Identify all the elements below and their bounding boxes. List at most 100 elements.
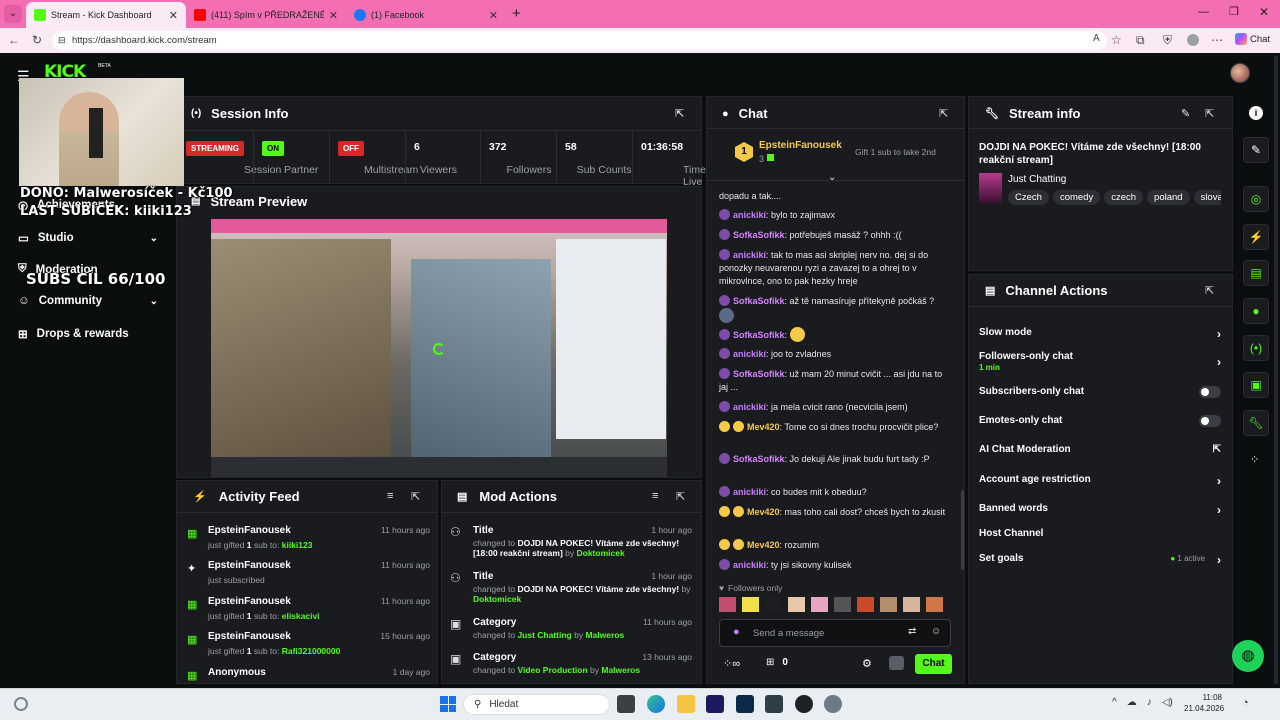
collapse-pinned-icon[interactable]: ⌄ [828,172,836,183]
tag[interactable]: Czech [1008,190,1049,205]
stat-sub-counts: 58 Sub Counts [556,131,632,183]
close-tab-icon[interactable]: ✕ [329,9,338,22]
emote-icon[interactable] [857,597,874,612]
emote-icon[interactable] [719,597,736,612]
mic-icon[interactable]: ● [733,626,740,638]
mod-widget-button[interactable]: ▤ [1243,260,1269,286]
tab-list-button[interactable]: ⌄ [4,5,22,23]
system-tray[interactable]: ^ ☁ ♪ ◁) [1112,697,1173,708]
widgets-icon[interactable] [14,697,28,711]
emote-icon[interactable] [834,597,851,612]
close-window-icon[interactable]: ✕ [1259,5,1269,19]
mod-shield-icon[interactable] [889,656,904,670]
notifications-icon[interactable]: ◔ [1242,697,1249,709]
target-widget-button[interactable]: ◎ [1243,186,1269,212]
tab-facebook[interactable]: (1) Facebook ✕ [346,2,506,28]
emote-icon[interactable] [903,597,920,612]
emoji-picker-icon[interactable]: ☺ [931,626,941,637]
close-tab-icon[interactable]: ✕ [169,9,178,22]
channel-points-icon[interactable]: ⁘∞ [723,657,740,670]
app-icon[interactable] [765,695,783,713]
chat-scrollbar[interactable] [961,490,964,570]
emote-icon[interactable] [926,597,943,612]
premiere-icon[interactable] [706,695,724,713]
obs-icon[interactable] [795,695,813,713]
chat-widget-button[interactable]: ● [1243,298,1269,324]
edit-icon[interactable]: ✎ [1181,107,1190,120]
emote-icon[interactable] [811,597,828,612]
more-widgets-icon[interactable]: ⁘ [1250,453,1259,466]
back-icon[interactable]: ← [8,33,20,47]
popout-icon[interactable]: ⇱ [1205,107,1214,120]
emote-icon[interactable] [765,597,782,612]
more-menu-icon[interactable]: ⋯ [1211,33,1223,47]
emote-icon[interactable] [742,597,759,612]
taskbar-search[interactable]: ⚲ Hledat [463,694,610,715]
popout-icon[interactable]: ⇱ [411,490,420,503]
sidebar-item-studio[interactable]: ▭ Studio ⌄ [18,231,158,245]
chat-settings-icon[interactable]: ⚙ [862,657,872,670]
file-explorer-icon[interactable] [677,695,695,713]
emote-icon[interactable] [880,597,897,612]
minimize-window-icon[interactable]: — [1198,6,1209,18]
support-chat-button[interactable]: ◍ [1232,640,1264,672]
address-bar[interactable]: ⊟ https://dashboard.kick.com/stream [52,31,1107,50]
tools-widget-button[interactable]: 🔧︎ [1243,410,1269,436]
filter-icon[interactable]: ≡ [387,490,393,502]
sidebar-item-community[interactable]: ☺ Community ⌄ [18,295,158,307]
site-info-icon[interactable]: ⊟ [58,35,66,46]
tab-youtube[interactable]: (411) Spím v PŘEDRAŽENÉM Hus ✕ [186,2,346,28]
close-tab-icon[interactable]: ✕ [489,9,498,22]
filter-icon[interactable]: ≡ [652,490,658,502]
tag[interactable]: poland [1147,190,1190,205]
popout-icon[interactable]: ⇱ [676,490,685,503]
top-gifter-card[interactable]: 1 EpsteinFanousek 3 Gift 1 sub to take 2… [735,137,960,167]
banned-words-row[interactable]: Banned words › [979,503,1221,517]
gift-counter[interactable]: ⊞ 0 [766,657,788,668]
preview-widget-button[interactable]: ▣ [1243,372,1269,398]
ai-moderation-row[interactable]: AI Chat Moderation ⇱ [979,444,1221,458]
tag[interactable]: czech [1104,190,1144,205]
subscribers-only-toggle[interactable] [1199,386,1221,398]
emotes-only-toggle[interactable] [1199,415,1221,427]
tag[interactable]: slova [1193,190,1221,205]
page-scrollbar[interactable] [1274,56,1278,684]
video-topbar [211,219,667,233]
info-icon[interactable]: i [1249,106,1263,120]
edit-layout-button[interactable]: ✎ [1243,137,1269,163]
stream-preview-video[interactable] [211,219,667,477]
set-goals-row[interactable]: Set goals ● 1 active › [979,553,1221,567]
activity-widget-button[interactable]: ⚡ [1243,224,1269,250]
favorite-star-icon[interactable]: ☆ [1111,33,1122,47]
start-button[interactable] [440,696,456,712]
user-avatar[interactable] [1230,63,1250,83]
profile-avatar[interactable] [1187,34,1199,46]
tag[interactable]: comedy [1052,190,1101,205]
task-view-icon[interactable] [617,695,635,713]
send-chat-button[interactable]: Chat [915,654,952,674]
host-channel-row[interactable]: Host Channel [979,528,1221,542]
tab-kick-dashboard[interactable]: Stream - Kick Dashboard ✕ [26,2,186,28]
new-tab-button[interactable]: + [512,5,521,22]
emote-icon[interactable] [788,597,805,612]
photoshop-icon[interactable] [736,695,754,713]
popout-icon[interactable]: ⇱ [939,107,948,120]
translate-icon[interactable]: ⇄ [908,626,916,637]
popout-icon[interactable]: ⇱ [675,107,684,120]
edge-browser-icon[interactable] [647,695,665,713]
settings-icon[interactable] [824,695,842,713]
broadcast-widget-button[interactable]: (•) [1243,335,1269,361]
extensions-icon[interactable]: ⧉ [1136,33,1145,48]
chat-input[interactable]: ● Send a message ⇄ ☺ [719,619,951,647]
reload-icon[interactable]: ↻ [32,33,42,47]
account-age-row[interactable]: Account age restriction › [979,474,1221,488]
sidebar-item-drops[interactable]: ⊞ Drops & rewards [18,327,158,341]
popout-icon[interactable]: ⇱ [1205,284,1214,297]
followers-only-row[interactable]: Followers-only chat › 1 min [979,351,1221,375]
browser-essentials-icon[interactable]: ⛨ [1163,33,1172,48]
maximize-window-icon[interactable]: ❐ [1229,5,1239,18]
taskbar-clock[interactable]: 11:08 21.04.2026 [1184,692,1224,714]
read-aloud-icon[interactable]: A [1093,33,1100,44]
copilot-chat-button[interactable]: Chat [1235,33,1270,45]
slow-mode-row[interactable]: Slow mode › [979,327,1221,341]
